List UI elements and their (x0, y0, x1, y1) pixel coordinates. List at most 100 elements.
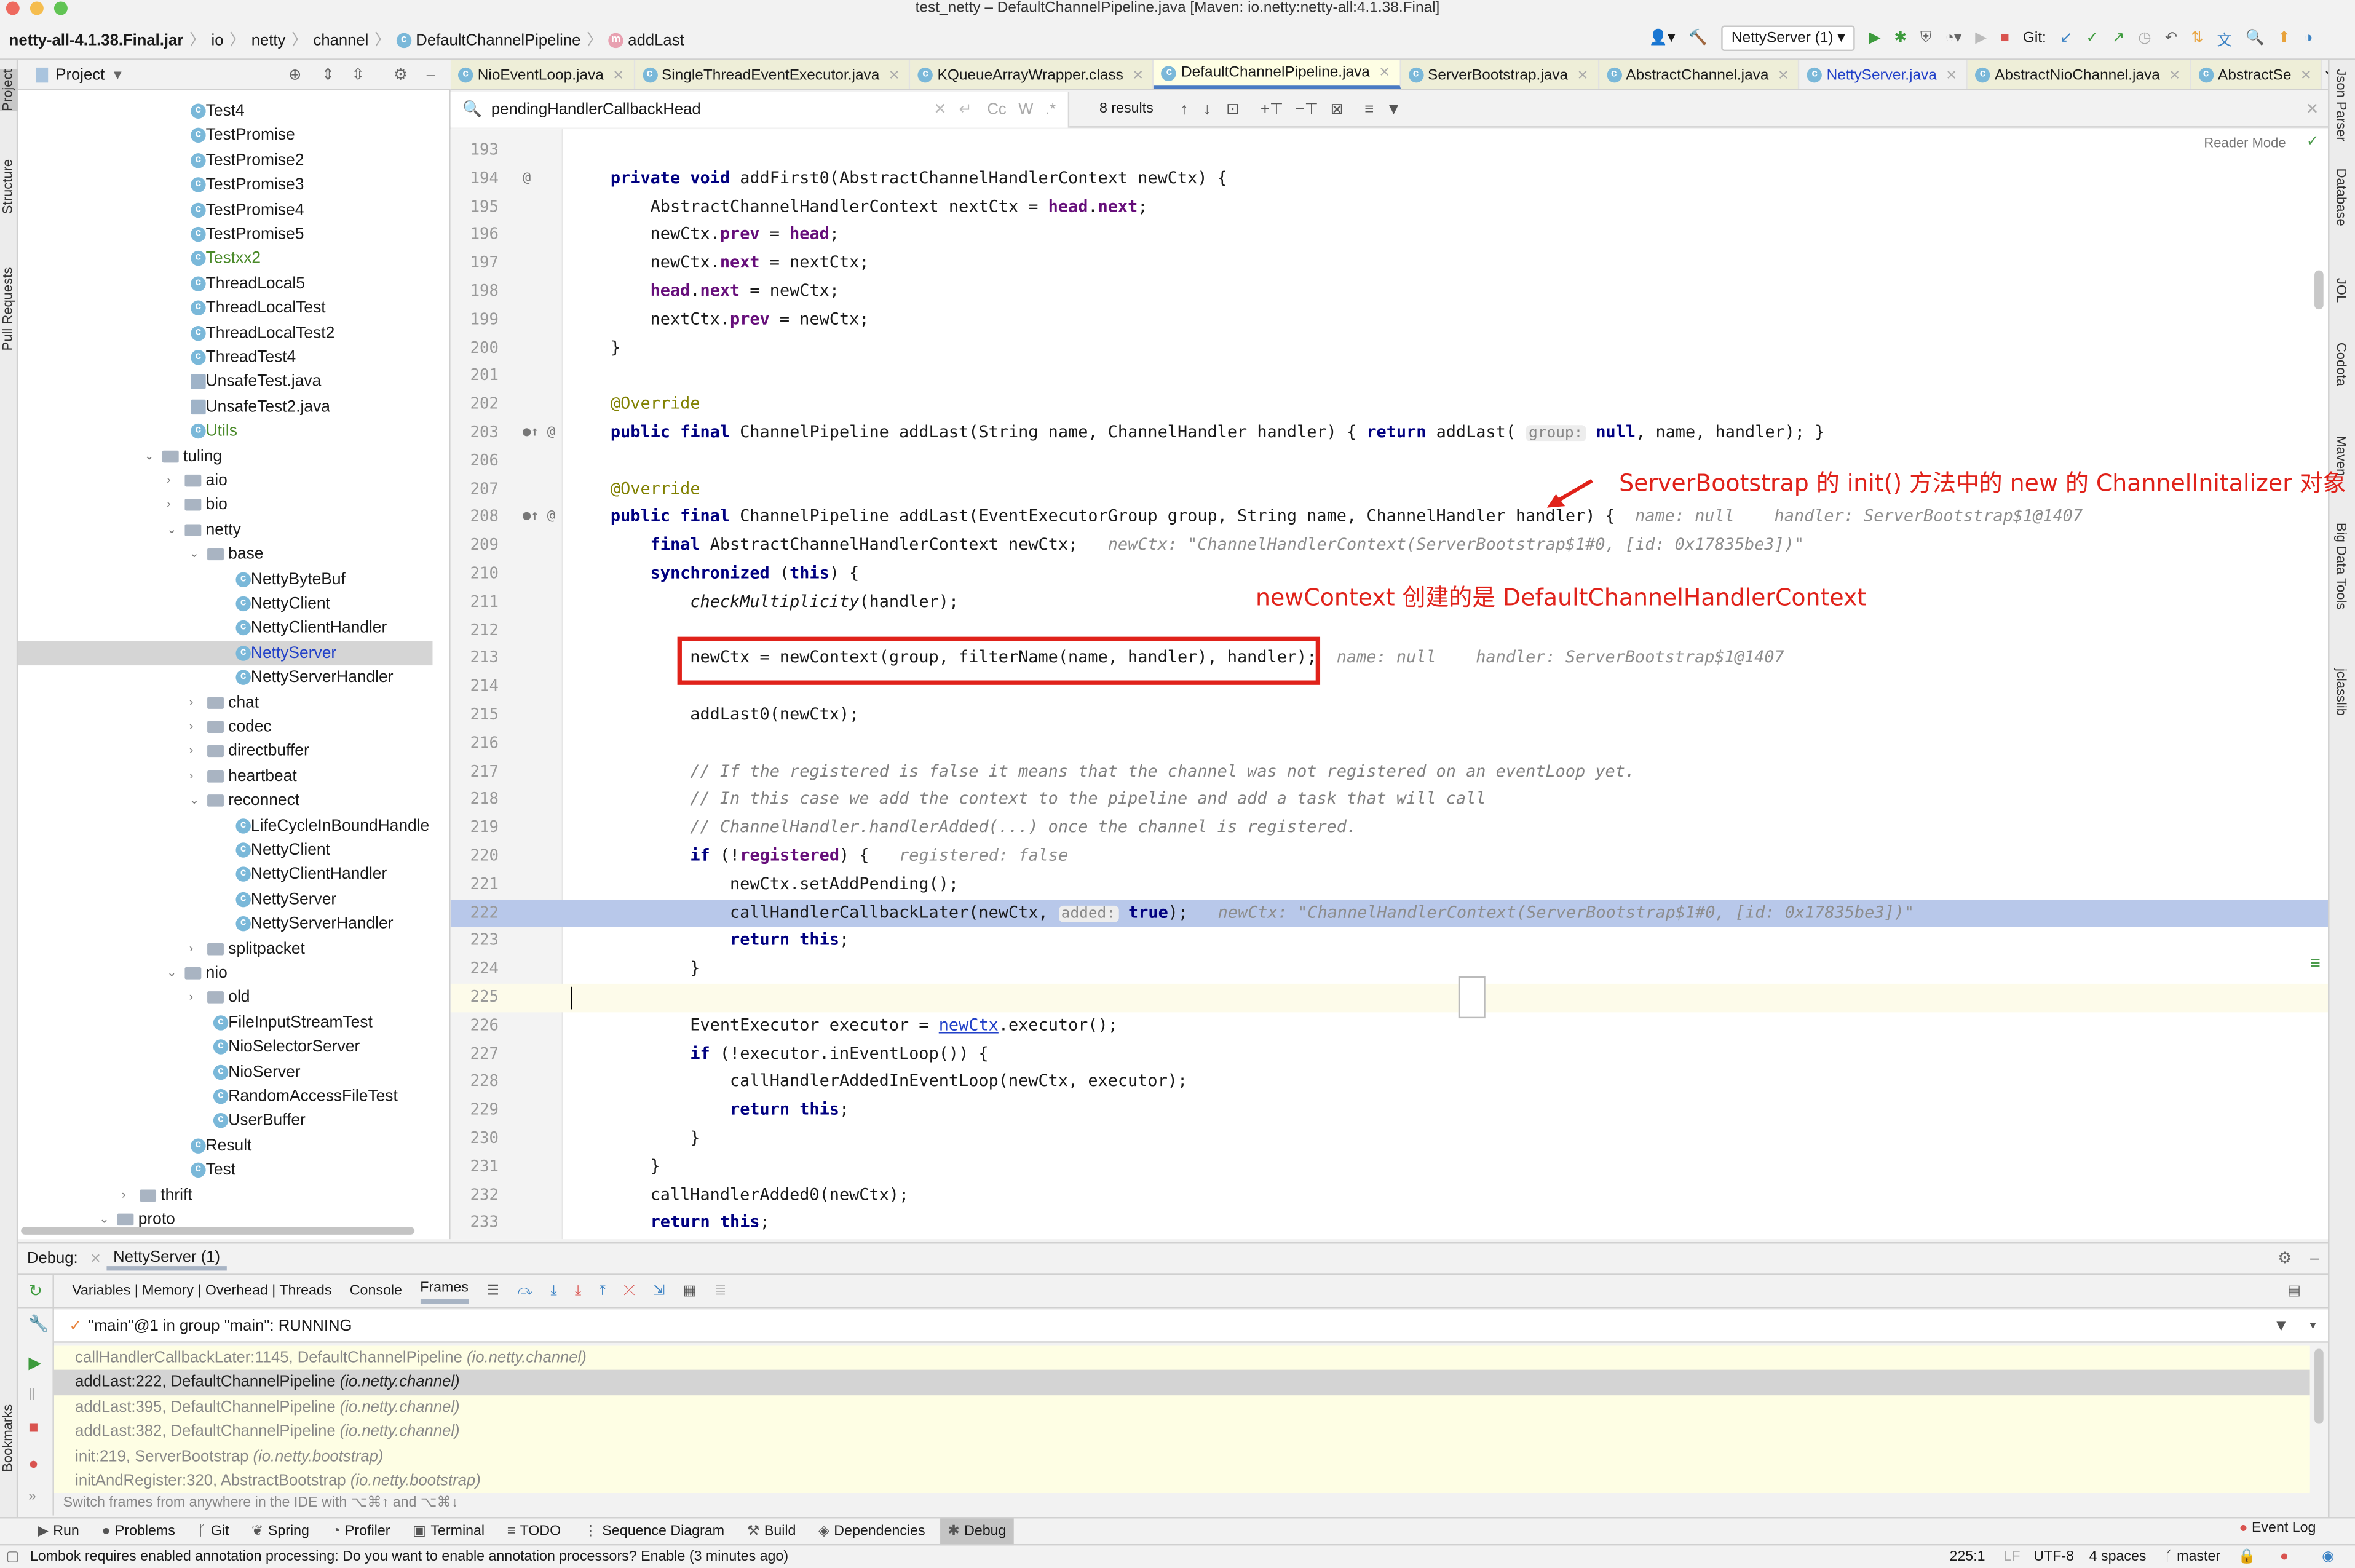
line-number[interactable]: 194 (451, 165, 499, 193)
regex-toggle[interactable]: .* (1045, 100, 1056, 117)
modify-run-config-icon[interactable]: 🔧 (28, 1314, 49, 1334)
tree-item-test[interactable]: c Test (18, 1158, 432, 1183)
locate-icon[interactable]: ⊕ (288, 65, 302, 83)
tree-item-nettyserverhandler[interactable]: c NettyServerHandler (18, 666, 432, 691)
line-number[interactable]: 231 (451, 1153, 499, 1181)
tool-profiler[interactable]: ◔ Profiler (324, 1518, 397, 1545)
frames-scrollbar[interactable] (2314, 1348, 2324, 1424)
tree-item-testpromise4[interactable]: c TestPromise4 (18, 197, 432, 222)
line-separator[interactable]: LF (2003, 1548, 2020, 1565)
git-commit-icon[interactable]: ✓ (2086, 30, 2098, 47)
tree-item-old[interactable]: › old (18, 986, 432, 1010)
tree-item-nettyclienthandler[interactable]: c NettyClientHandler (18, 616, 432, 641)
tree-item-aio[interactable]: › aio (18, 469, 432, 493)
breadcrumb-io[interactable]: io (212, 31, 224, 49)
evaluate-icon[interactable]: ▦ (683, 1283, 697, 1299)
tree-item-thrift[interactable]: › thrift (18, 1183, 432, 1208)
gutter-marker-icon[interactable]: ●↑ @ (523, 504, 555, 532)
tab-console[interactable]: Console (350, 1283, 402, 1299)
thread-dropdown-icon[interactable]: ▾ (2310, 1319, 2316, 1332)
breadcrumb-method[interactable]: addLast (628, 31, 684, 49)
tree-item-unsafetest2-java[interactable]: UnsafeTest2.java (18, 395, 432, 419)
tree-item-threadlocaltest[interactable]: c ThreadLocalTest (18, 296, 432, 321)
tool-problems[interactable]: ● Problems (94, 1518, 183, 1545)
tree-item-nioselectorserver[interactable]: c NioSelectorServer (18, 1035, 432, 1059)
git-update-icon[interactable]: ↙ (2060, 30, 2072, 47)
tree-item-unsafetest-java[interactable]: UnsafeTest.java (18, 370, 432, 395)
thread-selector[interactable]: ✓ "main"@1 in group "main": RUNNING ▼ ▾ (53, 1309, 2329, 1343)
minimize-window-button[interactable] (30, 1, 44, 15)
tool-sequence-diagram[interactable]: ⋮ Sequence Diagram (576, 1518, 732, 1545)
chevron-down-icon[interactable]: ⌄ (189, 542, 199, 567)
tool-codota[interactable]: Codota (2334, 343, 2349, 386)
debug-session-tab[interactable]: NettyServer (1) (107, 1248, 226, 1270)
status-toggle-icon[interactable]: ▢ (6, 1548, 20, 1565)
step-into-icon[interactable]: ⤓ (550, 1283, 556, 1299)
tree-item-chat[interactable]: › chat (18, 691, 432, 715)
line-number[interactable]: 230 (451, 1125, 499, 1154)
run-to-cursor-icon[interactable]: ⇲ (653, 1283, 665, 1299)
tool-structure[interactable]: Structure (0, 159, 18, 214)
toggle-selection-icon[interactable]: ⊠ (1331, 100, 1344, 117)
chevron-right-icon[interactable]: › (167, 493, 171, 518)
tree-item-nettyclient[interactable]: c NettyClient (18, 838, 432, 863)
line-number[interactable]: 224 (451, 956, 499, 984)
tool-bookmarks[interactable]: Bookmarks (0, 1404, 18, 1472)
line-number[interactable]: 207 (451, 475, 499, 504)
line-number[interactable]: 217 (451, 758, 499, 786)
next-occurrence-icon[interactable]: ↓ (1203, 100, 1211, 117)
line-number[interactable]: 214 (451, 673, 499, 702)
stack-frame[interactable]: initAndRegister:320, AbstractBootstrap (… (54, 1469, 2310, 1493)
line-number[interactable]: 228 (451, 1069, 499, 1097)
line-number[interactable]: 222 (451, 899, 499, 927)
line-number[interactable]: 232 (451, 1181, 499, 1210)
tree-item-bio[interactable]: › bio (18, 493, 432, 518)
tree-item-testpromise3[interactable]: c TestPromise3 (18, 173, 432, 197)
tree-item-nettybytebuf[interactable]: c NettyByteBuf (18, 567, 432, 592)
line-number[interactable]: 198 (451, 278, 499, 306)
more-icon[interactable]: » (28, 1489, 36, 1503)
new-line-icon[interactable]: ↵ (959, 100, 972, 117)
git-branch[interactable]: ᚴ master (2164, 1548, 2220, 1565)
breadcrumb-class[interactable]: DefaultChannelPipeline (416, 31, 580, 49)
view-breakpoints-icon[interactable]: ● (28, 1455, 38, 1473)
stack-frame[interactable]: callHandlerCallbackLater:1145, DefaultCh… (54, 1346, 2310, 1371)
assistant-icon[interactable]: ◉ (2322, 1548, 2334, 1565)
close-tab-icon[interactable]: ✕ (1132, 67, 1143, 84)
rollback-icon[interactable]: ↶ (2165, 30, 2177, 47)
tool-jol[interactable]: JOL (2334, 278, 2349, 303)
update-icon[interactable]: ⬆ (2278, 30, 2290, 47)
force-step-into-icon[interactable]: ⤓ (575, 1283, 581, 1299)
tool-dependencies[interactable]: ◈ Dependencies (811, 1518, 933, 1545)
tab-nettyserver-java[interactable]: c NettyServer.java ✕ (1799, 60, 1968, 89)
close-session-icon[interactable]: ✕ (90, 1250, 101, 1267)
close-tab-icon[interactable]: ✕ (612, 67, 623, 84)
line-number[interactable]: 225 (451, 984, 499, 1012)
tab-abstractchannel-java[interactable]: c AbstractChannel.java ✕ (1599, 60, 1800, 89)
event-log-button[interactable]: ● Event Log (2239, 1520, 2316, 1537)
close-tab-icon[interactable]: ✕ (889, 67, 900, 84)
tree-item-tuling[interactable]: ⌄ tuling (18, 444, 432, 469)
trace-icon[interactable]: ≣ (714, 1283, 726, 1299)
search-input[interactable]: pendingHandlerCallbackHead (491, 100, 933, 117)
project-view-select[interactable]: Project (55, 65, 105, 83)
line-number[interactable]: 210 (451, 560, 499, 588)
tree-item-result[interactable]: c Result (18, 1134, 432, 1158)
close-tab-icon[interactable]: ✕ (1577, 67, 1588, 84)
remove-selection-icon[interactable]: −⊤ (1296, 100, 1318, 117)
git-push-icon[interactable]: ↗ (2112, 30, 2124, 47)
chevron-down-icon[interactable]: ⌄ (189, 789, 199, 814)
tab-defaultchannelpipeline-java[interactable]: c DefaultChannelPipeline.java ✕ (1154, 60, 1401, 89)
filter-icon[interactable]: ▼ (1386, 100, 1401, 117)
chevron-right-icon[interactable]: › (122, 1183, 126, 1208)
tool-build[interactable]: ⚒ Build (739, 1518, 803, 1545)
close-tab-icon[interactable]: ✕ (2169, 67, 2180, 84)
line-number[interactable]: 197 (451, 250, 499, 278)
tree-item-lifecycleinboundhandle[interactable]: c LifeCycleInBoundHandle (18, 814, 432, 838)
chevron-down-icon[interactable]: ⌄ (167, 518, 176, 542)
tool-jclasslib[interactable]: jclasslib (2334, 668, 2349, 716)
chevron-right-icon[interactable]: › (189, 764, 194, 789)
add-selection-icon[interactable]: +⊤ (1261, 100, 1283, 117)
tool-database[interactable]: Database (2334, 168, 2349, 226)
match-case-toggle[interactable]: Cc (987, 100, 1006, 117)
